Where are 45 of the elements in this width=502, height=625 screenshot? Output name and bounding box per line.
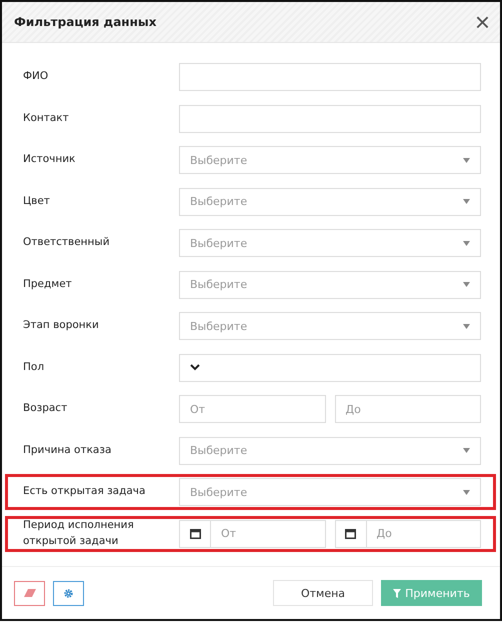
field-label: ФИО bbox=[23, 69, 50, 84]
clear-button[interactable] bbox=[14, 580, 45, 606]
eraser-icon bbox=[24, 589, 36, 597]
field-label: Ответственный bbox=[23, 235, 111, 250]
field-label: Этап воронки bbox=[23, 318, 100, 334]
select-field[interactable]: Выберите bbox=[179, 478, 481, 506]
caret-icon bbox=[463, 490, 470, 494]
window-title: Фильтрация данных bbox=[14, 15, 156, 29]
field-label: Период исполнения открытой задачи bbox=[23, 518, 135, 548]
caret-icon bbox=[463, 158, 470, 162]
date-field[interactable]: До bbox=[334, 520, 481, 548]
field-label: Причина отказа bbox=[23, 442, 112, 458]
caret-icon bbox=[463, 282, 470, 287]
select-field[interactable] bbox=[179, 354, 481, 382]
select-field[interactable]: Выберите bbox=[179, 270, 481, 298]
cancel-button[interactable]: Отмена bbox=[273, 580, 373, 606]
chevron-icon bbox=[190, 364, 200, 371]
calendar-icon bbox=[190, 528, 200, 539]
field-label: Контакт bbox=[23, 110, 70, 126]
field-label: Пол bbox=[23, 360, 46, 375]
input-field[interactable]: От bbox=[179, 395, 326, 423]
select-field[interactable]: Выберите bbox=[179, 312, 481, 340]
settings-button[interactable] bbox=[53, 580, 84, 606]
select-field[interactable]: Выберите bbox=[179, 188, 481, 216]
filter-icon bbox=[393, 588, 402, 598]
select-field[interactable]: Выберите bbox=[179, 146, 481, 174]
input-field[interactable] bbox=[179, 63, 481, 91]
field-label: Есть открытая задача bbox=[23, 484, 146, 500]
input-field[interactable]: До bbox=[334, 395, 481, 423]
caret-icon bbox=[463, 199, 470, 204]
calendar-icon bbox=[345, 528, 356, 539]
field-label: Предмет bbox=[23, 276, 73, 292]
field-label: Цвет bbox=[23, 194, 51, 209]
apply-button[interactable]: Применить bbox=[381, 580, 482, 606]
close-button[interactable]: × bbox=[474, 9, 490, 35]
select-field[interactable]: Выберите bbox=[179, 436, 481, 464]
select-field[interactable]: Выберите bbox=[179, 229, 481, 257]
settings-icon bbox=[64, 588, 73, 598]
field-label: Источник bbox=[23, 152, 76, 168]
caret-icon bbox=[463, 240, 470, 246]
field-label: Возраст bbox=[23, 401, 68, 416]
input-field[interactable] bbox=[179, 104, 481, 132]
caret-icon bbox=[463, 324, 470, 328]
date-field[interactable]: От bbox=[179, 520, 326, 548]
caret-icon bbox=[463, 448, 470, 453]
